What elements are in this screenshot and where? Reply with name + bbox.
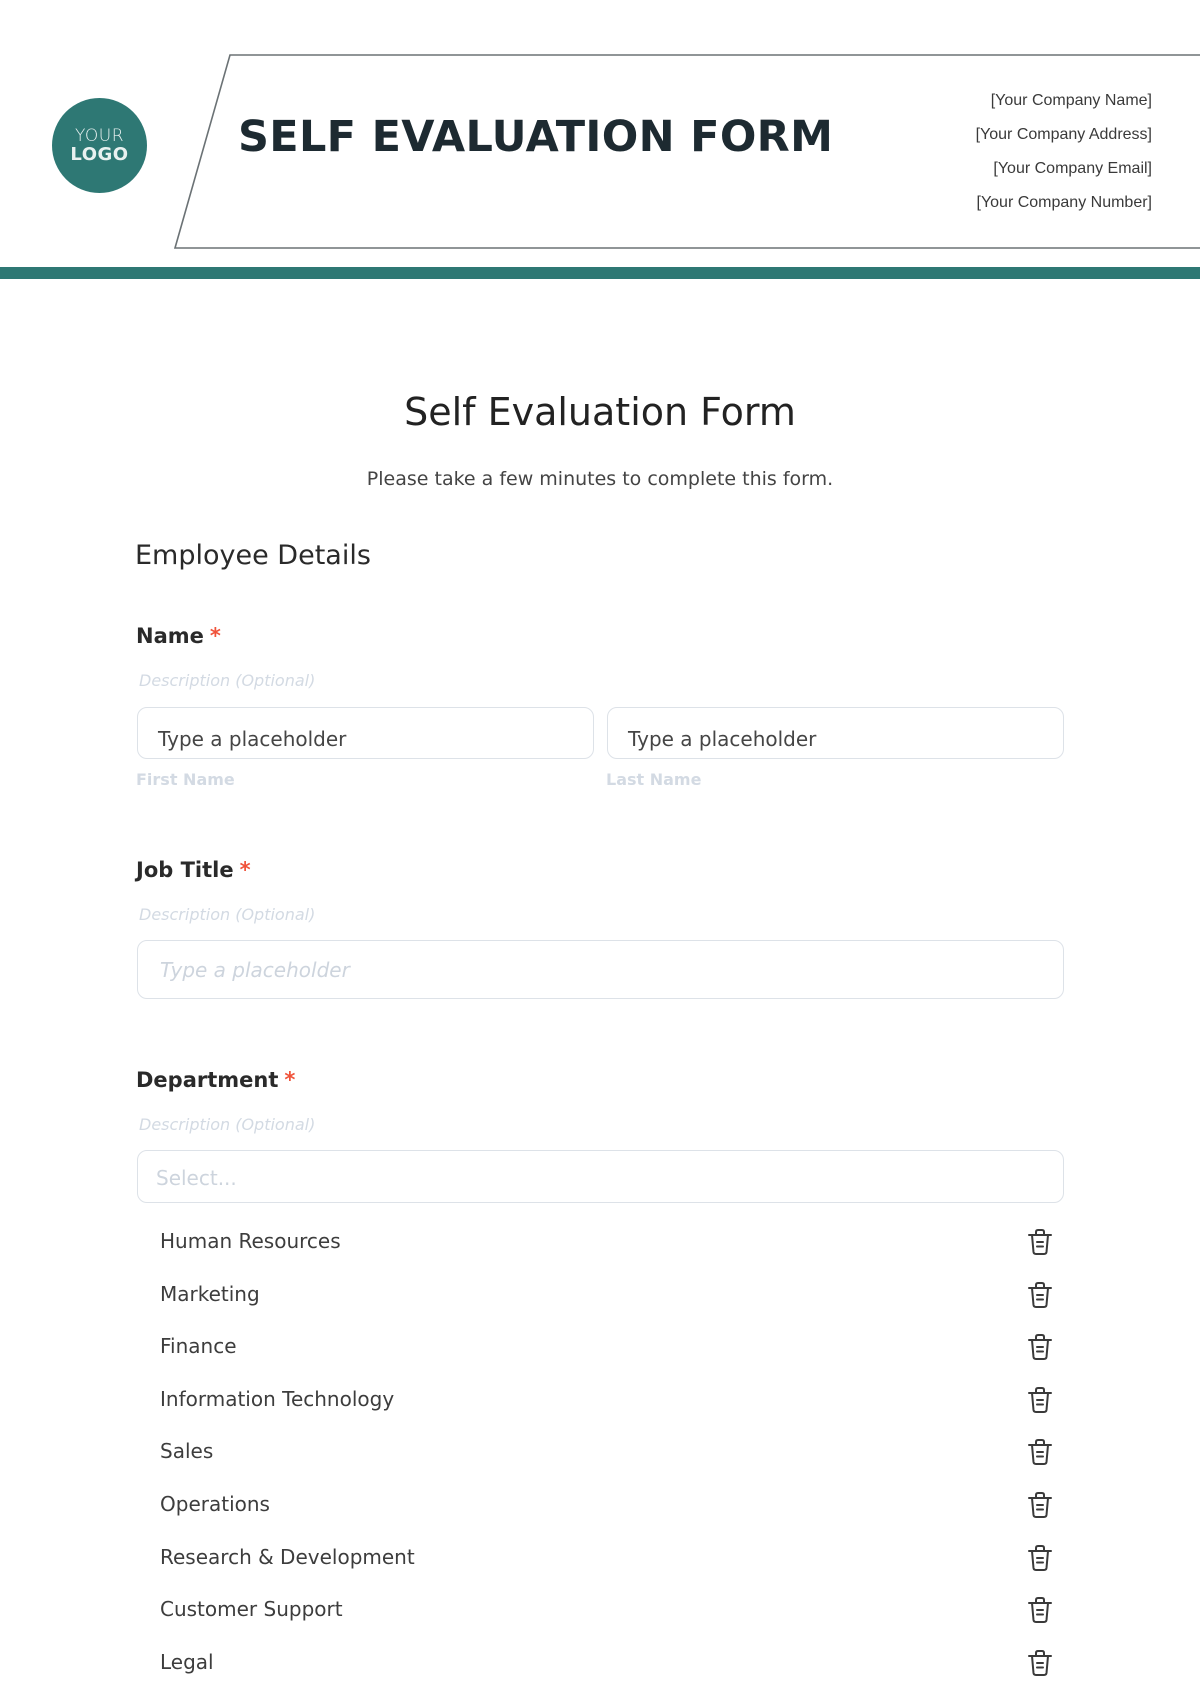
job-title-field-label: Job Title * xyxy=(136,858,251,882)
last-name-sublabel: Last Name xyxy=(606,770,702,789)
section-title-employee-details: Employee Details xyxy=(135,540,371,571)
department-option[interactable]: Legal xyxy=(160,1644,1060,1684)
trash-icon[interactable] xyxy=(1026,1280,1054,1310)
department-option-label: Sales xyxy=(160,1439,214,1464)
first-name-sublabel: First Name xyxy=(136,770,235,789)
department-option[interactable]: Marketing xyxy=(160,1276,1060,1316)
required-marker: * xyxy=(284,1068,296,1092)
department-option-label: Marketing xyxy=(160,1281,260,1306)
company-logo: YOUR LOGO xyxy=(52,98,147,193)
department-select[interactable]: Select... xyxy=(137,1150,1064,1203)
last-name-value: Type a placeholder xyxy=(628,727,817,751)
trash-icon[interactable] xyxy=(1026,1595,1054,1625)
department-option-label: Finance xyxy=(160,1334,237,1359)
trash-icon[interactable] xyxy=(1026,1332,1054,1362)
document-title: SELF EVALUATION FORM xyxy=(238,112,834,162)
department-option-label: Operations xyxy=(160,1492,270,1516)
trash-icon[interactable] xyxy=(1026,1385,1054,1415)
logo-line-2: LOGO xyxy=(70,143,129,165)
department-option[interactable]: Sales xyxy=(160,1433,1060,1473)
department-field-description: Description (Optional) xyxy=(139,1115,316,1134)
department-option[interactable]: Customer Support xyxy=(160,1591,1060,1631)
job-title-field-description: Description (Optional) xyxy=(139,905,316,924)
department-option[interactable]: Operations xyxy=(160,1486,1060,1526)
header-divider-bar xyxy=(0,267,1200,279)
department-option[interactable]: Finance xyxy=(160,1328,1060,1368)
department-option-label: Human Resources xyxy=(160,1229,341,1253)
name-label-text: Name xyxy=(136,624,204,648)
company-info: [Your Company Name] [Your Company Addres… xyxy=(976,90,1152,226)
job-title-input[interactable]: Type a placeholder xyxy=(137,940,1064,999)
trash-icon[interactable] xyxy=(1026,1490,1054,1520)
company-address: [Your Company Address] xyxy=(975,126,1152,143)
company-name: [Your Company Name] xyxy=(990,92,1152,109)
department-option-label: Research & Development xyxy=(160,1544,415,1569)
job-title-placeholder: Type a placeholder xyxy=(160,958,350,982)
department-option[interactable]: Information Technology xyxy=(160,1381,1060,1421)
form-title: Self Evaluation Form xyxy=(404,390,796,434)
trash-icon[interactable] xyxy=(1026,1543,1054,1573)
department-option-label: Information Technology xyxy=(160,1386,395,1411)
form-subtitle: Please take a few minutes to complete th… xyxy=(366,468,834,490)
name-field-label: Name * xyxy=(136,624,221,648)
department-option-label: Customer Support xyxy=(160,1597,343,1622)
name-field-description: Description (Optional) xyxy=(139,671,316,690)
first-name-value: Type a placeholder xyxy=(158,727,347,751)
required-marker: * xyxy=(209,624,221,648)
required-marker: * xyxy=(239,858,251,882)
company-number: [Your Company Number] xyxy=(976,194,1153,211)
department-select-placeholder: Select... xyxy=(156,1166,237,1190)
logo-line-1: YOUR xyxy=(74,125,125,146)
department-label-text: Department xyxy=(136,1068,279,1092)
department-option-label: Legal xyxy=(160,1649,214,1674)
company-email: [Your Company Email] xyxy=(993,160,1152,177)
last-name-input[interactable]: Type a placeholder xyxy=(607,707,1064,759)
trash-icon[interactable] xyxy=(1026,1437,1054,1467)
department-option[interactable]: Research & Development xyxy=(160,1539,1060,1579)
job-title-label-text: Job Title xyxy=(136,858,234,882)
department-field-label: Department * xyxy=(136,1068,295,1092)
trash-icon[interactable] xyxy=(1026,1648,1054,1678)
document-header: YOUR LOGO SELF EVALUATION FORM [Your Com… xyxy=(0,0,1200,290)
trash-icon[interactable] xyxy=(1026,1227,1054,1257)
first-name-input[interactable]: Type a placeholder xyxy=(137,707,594,759)
department-option[interactable]: Human Resources xyxy=(160,1223,1060,1263)
